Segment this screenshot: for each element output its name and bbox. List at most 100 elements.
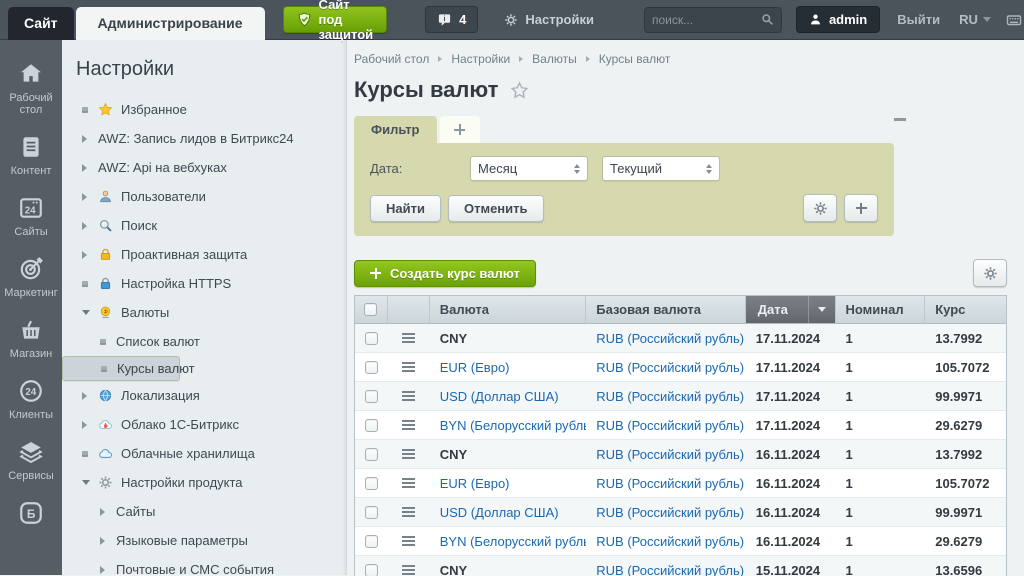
- menu-item[interactable]: AWZ: Запись лидов в Битрикс24: [62, 124, 346, 153]
- row-checkbox[interactable]: [364, 447, 378, 461]
- row-checkbox[interactable]: [364, 534, 378, 548]
- row-actions-icon[interactable]: [402, 478, 416, 488]
- row-checkbox[interactable]: [364, 505, 378, 519]
- menu-item[interactable]: Локализация: [62, 381, 346, 410]
- period-type-value: Месяц: [478, 161, 518, 176]
- breadcrumb-item[interactable]: Валюты: [532, 52, 577, 66]
- date-cell: 15.11.2024: [755, 562, 821, 576]
- row-actions-icon[interactable]: [402, 391, 416, 401]
- column-header-1[interactable]: Валюта: [430, 296, 587, 323]
- base-currency-cell[interactable]: RUB (Российский рубль): [596, 505, 744, 520]
- menu-item[interactable]: Пользователи: [62, 182, 346, 211]
- sort-arrow-box[interactable]: [807, 296, 835, 323]
- filter-tab[interactable]: Фильтр: [354, 116, 437, 143]
- sidebar-item-services[interactable]: Сервисы: [0, 430, 62, 491]
- row-checkbox[interactable]: [364, 389, 378, 403]
- row-actions-icon[interactable]: [402, 449, 416, 459]
- cancel-button[interactable]: Отменить: [447, 194, 544, 222]
- period-type-select[interactable]: Месяц: [470, 156, 588, 181]
- bullet-icon: [101, 366, 117, 372]
- base-currency-cell[interactable]: RUB (Российский рубль): [596, 563, 744, 576]
- menu-item[interactable]: Валюты: [62, 298, 346, 327]
- row-checkbox[interactable]: [364, 418, 378, 432]
- rate-cell: 29.6279: [935, 417, 983, 433]
- column-header-2[interactable]: Базовая валюта: [586, 296, 746, 323]
- currency-cell[interactable]: BYN (Белорусский рубль): [440, 534, 587, 549]
- sidebar-item-clients[interactable]: 24 Клиенты: [0, 369, 62, 430]
- sidebar-item-label: Маркетинг: [4, 287, 58, 299]
- find-button[interactable]: Найти: [370, 194, 441, 222]
- currency-cell[interactable]: USD (Доллар США): [440, 389, 559, 404]
- row-checkbox[interactable]: [364, 563, 378, 576]
- tab-site[interactable]: Сайт: [8, 6, 74, 40]
- filter-settings-button[interactable]: [803, 194, 837, 222]
- sidebar-item-marketplace[interactable]: Б: [0, 491, 62, 535]
- topbar-settings-button[interactable]: Настройки: [504, 12, 594, 27]
- user-button[interactable]: admin: [795, 6, 881, 33]
- row-actions-icon[interactable]: [402, 333, 416, 343]
- search-icon[interactable]: [761, 13, 774, 26]
- menu-item[interactable]: Языковые параметры: [62, 526, 346, 555]
- breadcrumb-item[interactable]: Курсы валют: [599, 52, 671, 66]
- currency-cell[interactable]: EUR (Евро): [440, 476, 510, 491]
- site-protected-button[interactable]: Сайт под защитой: [282, 0, 388, 42]
- base-currency-cell[interactable]: RUB (Российский рубль): [596, 360, 744, 375]
- menu-item[interactable]: Курсы валют: [62, 356, 195, 381]
- currency-cell[interactable]: BYN (Белорусский рубль): [440, 418, 587, 433]
- grid-settings-button[interactable]: [973, 259, 1007, 287]
- menu-item[interactable]: Настройки продукта: [62, 468, 346, 497]
- search-input[interactable]: [651, 12, 761, 27]
- add-filter-tab-button[interactable]: [439, 116, 480, 143]
- row-actions-icon[interactable]: [402, 536, 416, 546]
- menu-item[interactable]: Проактивная защита: [62, 240, 346, 269]
- menu-item[interactable]: Поиск: [62, 211, 346, 240]
- row-actions-icon[interactable]: [402, 507, 416, 517]
- base-currency-cell[interactable]: RUB (Российский рубль): [596, 418, 744, 433]
- breadcrumb-item[interactable]: Рабочий стол: [354, 52, 429, 66]
- period-value-select[interactable]: Текущий: [602, 156, 720, 181]
- row-checkbox[interactable]: [364, 476, 378, 490]
- base-currency-cell[interactable]: RUB (Российский рубль): [596, 389, 744, 404]
- menu-item[interactable]: Облако 1С-Битрикс: [62, 410, 346, 439]
- row-actions-icon[interactable]: [402, 362, 416, 372]
- base-currency-cell[interactable]: RUB (Российский рубль): [596, 534, 744, 549]
- base-currency-cell[interactable]: RUB (Российский рубль): [596, 331, 744, 346]
- hotkeys-keyboard-icon[interactable]: [1006, 12, 1022, 28]
- collapse-filter-icon[interactable]: [894, 118, 906, 121]
- create-rate-label: Создать курс валют: [390, 265, 520, 281]
- currency-cell[interactable]: USD (Доллар США): [440, 505, 559, 520]
- row-checkbox[interactable]: [364, 360, 378, 374]
- column-header-4[interactable]: Номинал: [836, 296, 926, 323]
- notifications-button[interactable]: i 4: [425, 6, 479, 33]
- breadcrumb-item[interactable]: Настройки: [451, 52, 510, 66]
- favorite-star-icon[interactable]: [510, 81, 529, 100]
- logout-link[interactable]: Выйти: [897, 12, 940, 27]
- select-all-checkbox[interactable]: [364, 303, 378, 316]
- row-actions-icon[interactable]: [402, 420, 416, 430]
- menu-item[interactable]: Настройка HTTPS: [62, 269, 346, 298]
- sidebar-item-home[interactable]: Рабочий стол: [0, 52, 62, 125]
- add-filter-field-button[interactable]: [844, 194, 878, 222]
- create-rate-button[interactable]: Создать курс валют: [354, 259, 536, 287]
- tab-administration[interactable]: Администрирование: [75, 6, 265, 40]
- menu-item[interactable]: Облачные хранилища: [62, 439, 346, 468]
- menu-item[interactable]: Избранное: [62, 95, 346, 124]
- sidebar-item-store[interactable]: Магазин: [0, 308, 62, 369]
- currency-cell[interactable]: EUR (Евро): [440, 360, 510, 375]
- menu-item[interactable]: AWZ: Api на вебхуках: [62, 153, 346, 182]
- sidebar-item-sites[interactable]: 24 Сайты: [0, 186, 62, 247]
- column-header-5[interactable]: Курс: [925, 296, 1006, 323]
- column-header-3[interactable]: Дата: [745, 296, 836, 323]
- sidebar-item-marketing[interactable]: Маркетинг: [0, 247, 62, 308]
- language-selector[interactable]: RU: [959, 12, 991, 27]
- menu-item[interactable]: Список валют: [62, 327, 346, 356]
- menu-item[interactable]: Сайты: [62, 497, 346, 526]
- row-checkbox[interactable]: [364, 331, 378, 345]
- base-currency-cell[interactable]: RUB (Российский рубль): [596, 476, 744, 491]
- base-currency-cell[interactable]: RUB (Российский рубль): [596, 447, 744, 462]
- menu-item-label: Курсы валют: [117, 361, 195, 376]
- row-actions-icon[interactable]: [402, 565, 416, 575]
- sidebar-item-content[interactable]: Контент: [0, 125, 62, 186]
- menu-item[interactable]: Почтовые и СМС события: [62, 555, 346, 576]
- menu-item-label: Настройка HTTPS: [121, 276, 232, 291]
